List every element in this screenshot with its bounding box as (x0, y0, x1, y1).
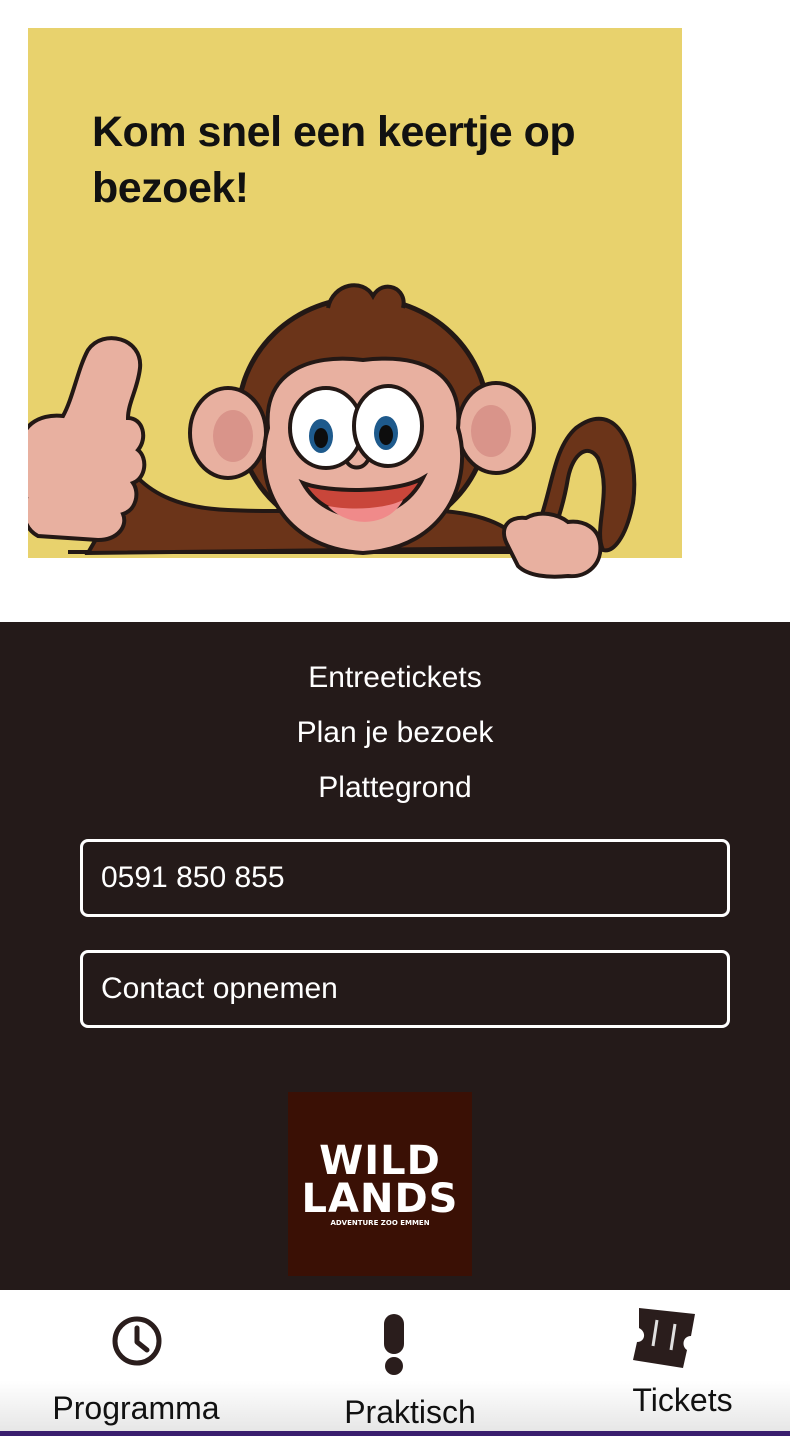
tab-programma[interactable]: Programma (40, 1290, 232, 1430)
wildlands-logo[interactable]: WILD LANDS ADVENTURE ZOO EMMEN (288, 1092, 472, 1276)
footer-link-plattegrond[interactable]: Plattegrond (0, 768, 790, 808)
exclamation-icon (384, 1314, 404, 1375)
tabbar-bottom-edge (0, 1431, 790, 1436)
footer-link-entreetickets[interactable]: Entreetickets (0, 658, 790, 698)
monkey-illustration (28, 283, 637, 579)
promo-title: Kom snel een keertje op bezoek! (92, 108, 576, 212)
phone-button[interactable]: 0591 850 855 (80, 839, 730, 917)
logo-tagline: ADVENTURE ZOO EMMEN (330, 1219, 429, 1227)
ticket-icon (633, 1308, 695, 1368)
logo-line-2: LANDS (302, 1176, 459, 1222)
tab-tickets[interactable]: Tickets (585, 1290, 780, 1430)
tab-tickets-label: Tickets (632, 1382, 733, 1418)
promo-banner: Kom snel een keertje op bezoek! (28, 28, 682, 579)
site-footer: Entreetickets Plan je bezoek Plattegrond… (0, 622, 790, 1290)
tab-praktisch-label: Praktisch (344, 1394, 476, 1430)
bottom-tab-bar: Programma Praktisch Tickets (0, 1290, 790, 1436)
contact-button[interactable]: Contact opnemen (80, 950, 730, 1028)
wildlands-logo-image: WILD LANDS ADVENTURE ZOO EMMEN (302, 1138, 459, 1227)
clock-icon (112, 1316, 162, 1366)
tab-programma-label: Programma (52, 1390, 220, 1426)
footer-link-plan-je-bezoek[interactable]: Plan je bezoek (0, 713, 790, 753)
tab-praktisch[interactable]: Praktisch (315, 1290, 505, 1430)
